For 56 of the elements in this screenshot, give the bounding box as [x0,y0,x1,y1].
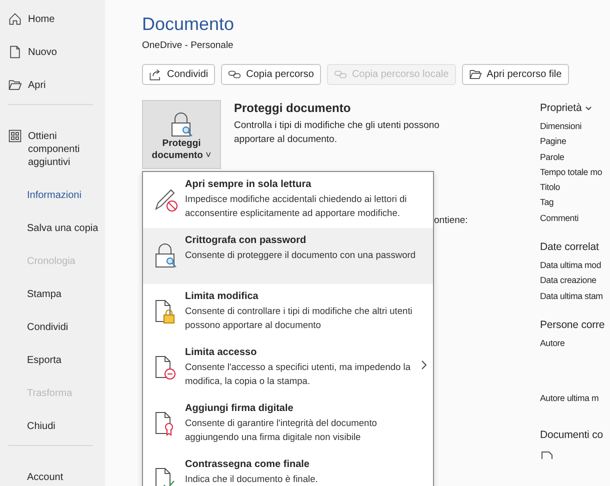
menu-item[interactable]: Limita accesso Consente l'accesso a specifici utenti, ma impedendo la modifica, la copia o la stampa. [143,340,433,396]
sidebar-item[interactable]: Stampa [0,284,105,317]
sidebar-item[interactable]: Apri [0,75,105,108]
menu-item[interactable]: Aggiungi firma digitale Consente di garantire l'integrità del documento aggiungendo una firma digitale non visibile [143,396,433,452]
grid-icon [8,129,22,143]
document-icon [8,45,22,59]
property-heading[interactable]: Proprietà [540,100,610,116]
lock-key-icon [153,243,179,269]
property-label: Parole [540,150,566,164]
property-label: Autore ultima m [540,392,600,406]
menu-item[interactable]: Contrassegna come finale Indica che il documento è finale. [143,452,433,486]
property-label: Autore [540,336,566,350]
sidebar-item[interactable]: Account [0,467,105,486]
section-description: Controlla i tipi di modifiche che gli utenti possono apportare al documento. [234,119,440,147]
home-icon [8,12,22,26]
sidebar-item[interactable]: Salva una copia [0,218,105,251]
protect-document-button[interactable]: Proteggi documento ˅ [142,100,221,169]
property-heading: Documenti co [540,428,604,443]
property-label: Data creazione [540,274,598,288]
toolbar-button[interactable]: Apri percorso file [462,64,569,85]
property-label: Commenti [540,212,580,225]
share-icon [149,68,162,81]
sidebar-item[interactable]: Esporta [0,350,105,383]
toolbar-button[interactable]: Condividi [142,64,216,85]
menu-item[interactable]: Limita modifica Consente di controllare i tipi di modifiche che altri utenti possono apportare al documento [143,284,433,340]
property-label: Data ultima mod [540,259,602,272]
sidebar-item[interactable]: Condividi [0,317,105,350]
sidebar-item[interactable]: Ottieni componenti aggiuntivi [0,126,105,185]
partial-text: ontiene: [434,215,468,226]
caret-icon [584,106,592,110]
property-heading: Date correlat [540,240,600,256]
pencil-icon [153,187,179,213]
chevron-icon [421,360,427,370]
document-icon [540,450,554,459]
document-title: Documento [142,13,236,36]
folder-icon [8,78,22,92]
property-label: Dimensioni [540,120,583,133]
menu-item[interactable]: Apri sempre in sola lettura Impedisce modifiche accidentali chiedendo ai lettori di acconsentire esplicitamente ad apportare modifiche. [143,172,433,228]
link-icon [228,68,242,81]
lock-key-icon [168,112,194,138]
menu-item[interactable]: Crittografa con password Consente di proteggere il documento con una password [143,228,433,284]
property-label: Tempo totale mo [540,166,604,179]
property-label: Titolo [540,181,561,194]
section-heading: Proteggi documento [234,101,352,115]
property-label: Tag [540,196,555,210]
sidebar-item[interactable]: Chiudi [0,416,105,449]
property-heading: Persone corre [540,318,606,333]
link-icon [334,68,347,81]
property-label: Pagine [540,135,568,148]
document-location: OneDrive - Personale [142,40,234,51]
property-label: Data ultima stam [540,290,604,303]
toolbar-button[interactable]: Copia percorso [221,64,321,85]
folder-icon [468,68,482,81]
sidebar-item[interactable]: Home [0,9,105,42]
sidebar-item[interactable]: Nuovo [0,42,105,75]
sidebar-item[interactable]: Informazioni [0,185,105,218]
